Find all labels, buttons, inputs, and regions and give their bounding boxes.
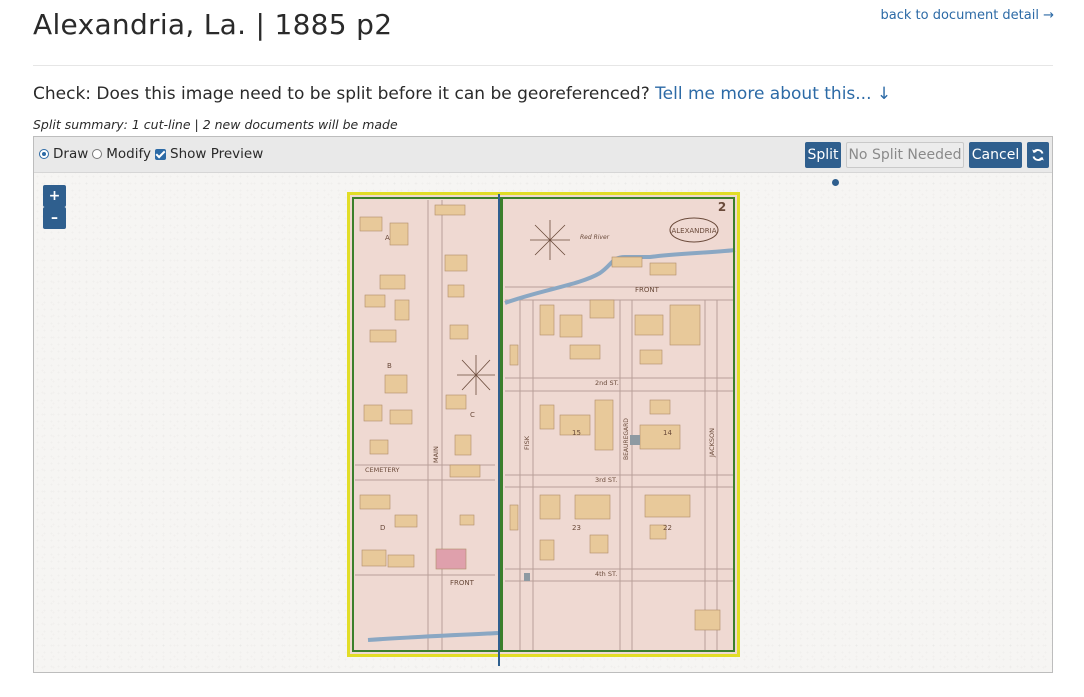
back-to-document-link[interactable]: back to document detail → (881, 8, 1055, 23)
header-divider (33, 65, 1053, 66)
sanborn-map-image[interactable]: ALEXANDRIA 2 Red River FRONT 2nd ST. 3rd… (347, 192, 740, 657)
mode-group: Draw Modify Show Preview (39, 146, 267, 162)
zoom-out-button[interactable]: – (43, 207, 66, 229)
split-toolbar: Draw Modify Show Preview Split No Split … (34, 137, 1052, 173)
cancel-button[interactable]: Cancel (969, 142, 1022, 168)
modify-label[interactable]: Modify (106, 146, 151, 162)
split-button[interactable]: Split (805, 142, 841, 168)
zoom-in-button[interactable]: + (43, 185, 66, 207)
split-map-viewer[interactable]: Draw Modify Show Preview Split No Split … (33, 136, 1053, 673)
split-summary: Split summary: 1 cut-line | 2 new docume… (33, 117, 398, 132)
show-preview-label[interactable]: Show Preview (170, 146, 263, 162)
split-preview-right (501, 197, 735, 652)
cut-line-handle[interactable] (832, 179, 839, 186)
show-preview-checkbox[interactable] (155, 148, 166, 160)
draw-radio[interactable] (39, 149, 49, 159)
split-check-text: Check: Does this image need to be split … (33, 84, 650, 104)
draw-label[interactable]: Draw (53, 146, 88, 162)
page-title: Alexandria, La. | 1885 p2 (33, 8, 393, 41)
cut-line[interactable] (498, 194, 500, 666)
no-split-needed-button[interactable]: No Split Needed (846, 142, 964, 168)
tell-me-more-link[interactable]: Tell me more about this... ↓ (655, 84, 891, 104)
refresh-button[interactable] (1027, 142, 1049, 168)
split-preview-left (352, 197, 502, 652)
split-check-question: Check: Does this image need to be split … (33, 84, 891, 104)
refresh-icon (1031, 148, 1045, 162)
modify-radio[interactable] (92, 149, 103, 159)
